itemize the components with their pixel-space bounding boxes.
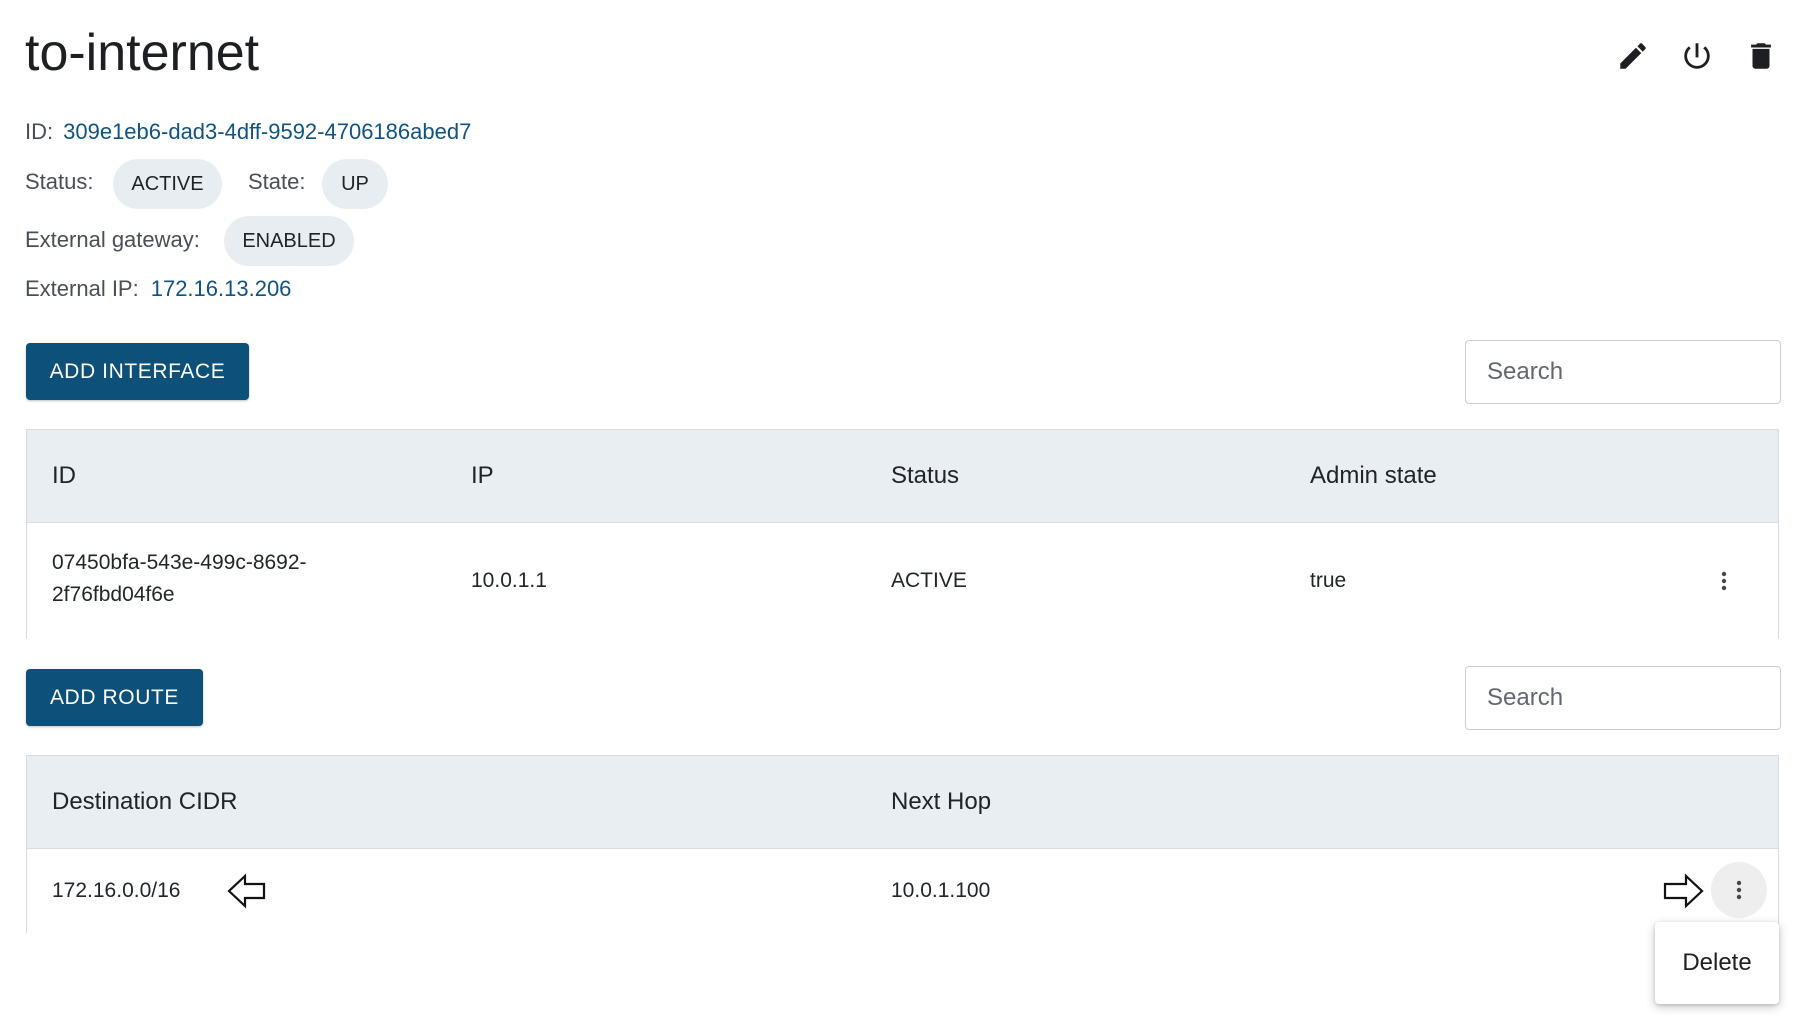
interfaces-search-input[interactable] xyxy=(1465,340,1781,404)
column-header-status[interactable]: Status xyxy=(891,430,959,522)
table-row: 07450bfa-543e-499c-8692- 2f76fbd04f6e 10… xyxy=(27,523,1778,639)
table-row: 172.16.0.0/16 10.0.1.100 xyxy=(27,849,1778,933)
page-title: to-internet xyxy=(25,24,260,82)
status-label: Status: xyxy=(25,169,94,194)
add-route-button[interactable]: ADD ROUTE xyxy=(26,669,203,726)
row-actions-kebab-icon[interactable] xyxy=(1711,862,1767,918)
id-label: ID: xyxy=(25,119,54,144)
arrow-right-icon xyxy=(1662,873,1704,914)
interface-id-line2: 2f76fbd04f6e xyxy=(52,583,175,606)
router-id-link[interactable]: 309e1eb6-dad3-4dff-9592-4706186abed7 xyxy=(63,119,471,144)
row-context-menu: Delete xyxy=(1655,922,1779,1004)
column-header-id[interactable]: ID xyxy=(52,430,76,522)
external-ip-label: External IP: xyxy=(25,276,139,301)
trash-icon[interactable] xyxy=(1739,34,1783,78)
row-actions-kebab-icon[interactable] xyxy=(1696,553,1752,609)
external-gateway-badge: ENABLED xyxy=(224,216,354,266)
external-ip-link[interactable]: 172.16.13.206 xyxy=(151,276,292,301)
interfaces-table: ID IP Status Admin state 07450bfa-543e-4… xyxy=(26,429,1779,639)
column-header-ip[interactable]: IP xyxy=(471,430,494,522)
routes-table: Destination CIDR Next Hop 172.16.0.0/16 … xyxy=(26,755,1779,933)
interface-id-cell: 07450bfa-543e-499c-8692- 2f76fbd04f6e xyxy=(52,547,307,611)
interfaces-table-header: ID IP Status Admin state xyxy=(27,430,1778,523)
column-header-destination-cidr[interactable]: Destination CIDR xyxy=(52,756,237,848)
state-badge: UP xyxy=(322,159,388,209)
route-next-hop-cell: 10.0.1.100 xyxy=(891,879,991,902)
external-gateway-label: External gateway: xyxy=(25,227,200,252)
id-row: ID: 309e1eb6-dad3-4dff-9592-4706186abed7 xyxy=(25,118,471,146)
state-label: State: xyxy=(248,169,306,194)
interface-status-cell: ACTIVE xyxy=(891,569,967,592)
routes-table-header: Destination CIDR Next Hop xyxy=(27,756,1778,849)
power-icon[interactable] xyxy=(1675,34,1719,78)
column-header-admin-state[interactable]: Admin state xyxy=(1310,430,1437,522)
routes-search-input[interactable] xyxy=(1465,666,1781,730)
arrow-left-icon xyxy=(227,873,267,914)
delete-menu-item[interactable]: Delete xyxy=(1655,922,1779,1004)
pencil-icon[interactable] xyxy=(1611,34,1655,78)
status-badge: ACTIVE xyxy=(113,159,222,209)
add-interface-button[interactable]: ADD INTERFACE xyxy=(26,343,249,400)
interface-id-line1: 07450bfa-543e-499c-8692- xyxy=(52,551,307,574)
interface-ip-cell: 10.0.1.1 xyxy=(471,569,547,592)
interface-admin-state-cell: true xyxy=(1310,569,1347,592)
column-header-next-hop[interactable]: Next Hop xyxy=(891,756,991,848)
external-ip-row: External IP: 172.16.13.206 xyxy=(25,275,291,303)
route-destination-cell: 172.16.0.0/16 xyxy=(52,879,181,902)
